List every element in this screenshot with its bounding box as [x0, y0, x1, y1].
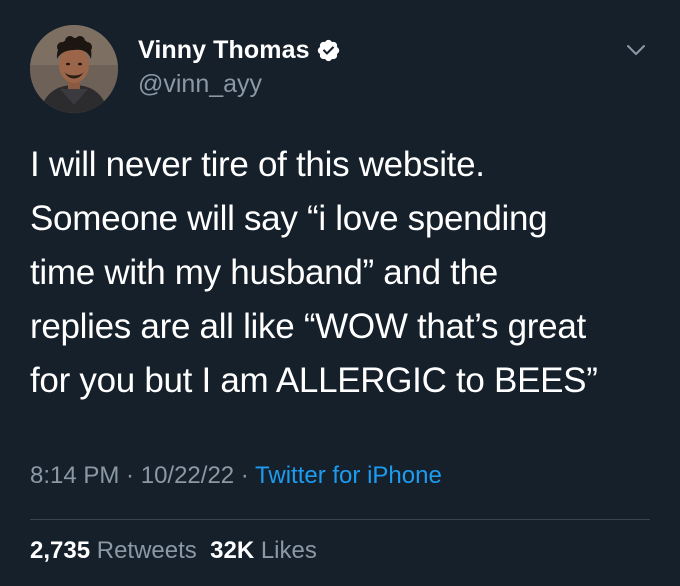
avatar[interactable]: [30, 25, 118, 113]
retweets-stat[interactable]: 2,735 Retweets: [30, 537, 197, 564]
tweet-date[interactable]: 10/22/22: [141, 462, 234, 489]
likes-stat[interactable]: 32K Likes: [210, 537, 317, 564]
chevron-down-icon[interactable]: [624, 38, 648, 62]
tweet-text-line: time with my husband” and the: [30, 253, 498, 292]
retweets-count: 2,735: [30, 537, 91, 564]
tweet-time[interactable]: 8:14 PM: [30, 462, 119, 489]
author-handle[interactable]: @vinn_ayy: [138, 70, 341, 99]
verified-badge-icon: [316, 38, 341, 63]
likes-label: Likes: [260, 537, 317, 564]
author-name[interactable]: Vinny Thomas: [138, 36, 310, 65]
divider: [30, 519, 650, 520]
tweet-card: Vinny Thomas @vinn_ayy I will never tire…: [0, 0, 680, 586]
tweet-text-line: Someone will say “i love spending: [30, 199, 548, 238]
likes-count: 32K: [210, 537, 255, 564]
meta-separator: ·: [119, 462, 141, 489]
avatar-photo: [30, 25, 118, 113]
tweet-text: I will never tire of this website. Someo…: [30, 138, 660, 408]
meta-separator: ·: [234, 462, 256, 489]
tweet-text-line: for you but I am ALLERGIC to BEES”: [30, 361, 598, 400]
author-name-row: Vinny Thomas: [138, 34, 341, 66]
author-block: Vinny Thomas @vinn_ayy: [138, 34, 341, 99]
retweets-label: Retweets: [96, 537, 197, 564]
tweet-text-line: I will never tire of this website.: [30, 145, 485, 184]
tweet-text-line: replies are all like “WOW that’s great: [30, 307, 586, 346]
tweet-metadata: 8:14 PM · 10/22/22 · Twitter for iPhone: [30, 462, 442, 490]
tweet-stats: 2,735 Retweets 32K Likes: [30, 537, 317, 565]
tweet-source-link[interactable]: Twitter for iPhone: [255, 462, 442, 489]
